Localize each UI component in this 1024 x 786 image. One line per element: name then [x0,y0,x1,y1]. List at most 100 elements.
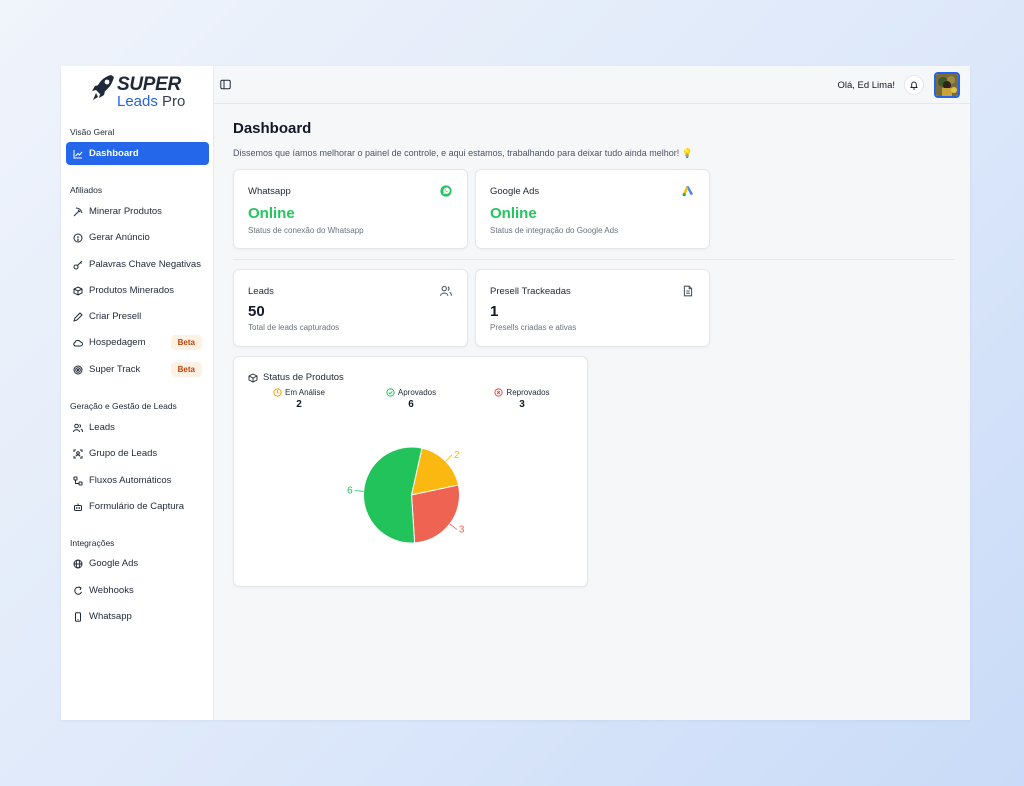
sidebar-item-label: Whatsapp [89,611,132,622]
status-card-title: Status de Produtos [263,372,344,383]
pen-icon [73,311,83,322]
sidebar-item-label: Grupo de Leads [89,448,158,459]
sidebar-item-label: Google Ads [89,558,139,569]
pie-label-line [445,454,453,462]
card-title: Google Ads [490,186,540,197]
brand-word-leadspro: Leads Pro [117,93,185,110]
stat-label: Em Análise [284,388,326,397]
section-visao-geral: Visão Geral [70,127,115,137]
sidebar-item-label: Palavras Chave Negativas [89,259,201,270]
stat-reprovados: Reprovados 3 [477,388,567,410]
sidebar-item-fluxos[interactable]: Fluxos Automáticos [66,469,209,492]
sidebar-item-webhooks[interactable]: Webhooks [66,579,209,602]
section-integracoes: Integrações [70,538,115,548]
bell-icon [910,81,918,90]
sidebar-item-label: Formulário de Captura [89,501,185,512]
sidebar-item-label: Webhooks [89,585,134,596]
card-value: Online [248,205,295,222]
whatsapp-icon [440,185,452,197]
presell-card: Presell Trackeadas 1 Presells criadas e … [475,269,710,347]
sidebar-item-dashboard[interactable]: Dashboard [66,142,209,165]
sidebar-item-gerar-anuncio[interactable]: Gerar Anúncio [66,226,209,249]
scan-user-icon [73,449,83,459]
chart-icon [73,149,83,159]
top-bar: Olá, Ed Lima! [214,66,970,104]
avatar-image [936,74,958,96]
brand-logo[interactable]: SUPER Leads Pro [91,74,191,110]
target-icon [73,365,83,375]
stat-aprovados: Aprovados 6 [366,388,456,410]
sidebar-item-grupo-leads[interactable]: Grupo de Leads [66,442,209,465]
rocket-icon [92,75,114,100]
stat-label-row: Em Análise [254,388,344,397]
stat-em-analise: Em Análise 2 [254,388,344,410]
google-ads-icon [682,185,693,197]
page-subtitle: Dissemos que íamos melhorar o painel de … [233,148,693,158]
cloud-icon [73,338,83,348]
leads-card: Leads 50 Total de leads capturados [233,269,468,347]
sidebar-item-whatsapp[interactable]: Whatsapp [66,605,209,628]
stat-value: 3 [519,399,525,410]
package-icon [73,285,83,296]
greeting-text: Olá, Ed Lima! [837,80,895,91]
sidebar-item-label: Dashboard [89,148,139,159]
card-title: Presell Trackeadas [490,286,571,297]
whatsapp-card: Whatsapp Online Status de conexão do Wha… [233,169,468,249]
beta-badge: Beta [170,335,202,350]
product-status-pie-chart: 2 3 6 [347,446,465,544]
pie-data-label: 2 [454,450,460,461]
stat-value: 2 [296,399,302,410]
card-value: 1 [490,303,499,320]
sidebar-item-google-ads[interactable]: Google Ads [66,552,209,575]
circle-info-icon [73,233,83,243]
sidebar-item-label: Fluxos Automáticos [89,475,172,486]
sidebar-item-label: Gerar Anúncio [89,232,150,243]
page-title: Dashboard [233,120,312,137]
beta-badge: Beta [170,362,202,377]
card-description: Presells criadas e ativas [490,323,577,332]
sidebar-item-produtos-minerados[interactable]: Produtos Minerados [66,279,209,302]
pie-data-label: 3 [459,524,465,535]
stat-value: 6 [408,399,414,410]
avatar[interactable] [934,72,960,98]
brand-pro: Pro [157,93,186,110]
x-circle-icon [494,388,504,397]
card-description: Status de integração do Google Ads [490,226,619,235]
webhook-icon [73,586,83,596]
sidebar-item-leads[interactable]: Leads [66,416,209,439]
sidebar-item-label: Leads [89,422,115,433]
app-window: SUPER Leads Pro Visão Geral Dashboard Af… [61,66,970,720]
package-icon [248,372,258,383]
sidebar-item-criar-presell[interactable]: Criar Presell [66,305,209,328]
users-icon [73,423,83,433]
card-value: 50 [248,303,265,320]
sidebar-item-hospedagem[interactable]: Hospedagem Beta [66,331,209,354]
notifications-button[interactable] [904,75,924,95]
section-divider [233,259,955,260]
stat-label-row: Reprovados [477,388,567,397]
sidebar-item-minerar-produtos[interactable]: Minerar Produtos [66,200,209,223]
stat-label: Reprovados [506,388,550,397]
file-icon [683,285,693,297]
check-circle-icon [386,388,395,397]
card-value: Online [490,205,537,222]
section-geracao-leads: Geração e Gestão de Leads [70,401,177,411]
sidebar-toggle-icon[interactable] [220,79,231,90]
section-afiliados: Afiliados [70,185,103,195]
pie-slice-reprovados[interactable] [410,484,460,544]
sidebar-item-palavras-chave[interactable]: Palavras Chave Negativas [66,253,209,276]
product-status-card: Status de Produtos Em Análise 2 Aprovado… [233,356,588,587]
pie-data-label: 6 [347,486,353,497]
card-description: Status de conexão do Whatsapp [248,226,364,235]
sidebar-item-formulario[interactable]: Formulário de Captura [66,495,209,518]
phone-icon [73,611,83,622]
sidebar-item-label: Minerar Produtos [89,206,162,217]
stat-label: Aprovados [397,388,437,397]
sidebar-item-super-track[interactable]: Super Track Beta [66,358,209,381]
card-description: Total de leads capturados [248,323,340,332]
pie-label-line [354,490,364,492]
status-card-header: Status de Produtos [248,372,344,383]
sidebar: SUPER Leads Pro Visão Geral Dashboard Af… [61,66,214,720]
card-title: Whatsapp [248,186,291,197]
main-content: Olá, Ed Lima! Dashboard Dissemos que íam… [214,66,970,720]
